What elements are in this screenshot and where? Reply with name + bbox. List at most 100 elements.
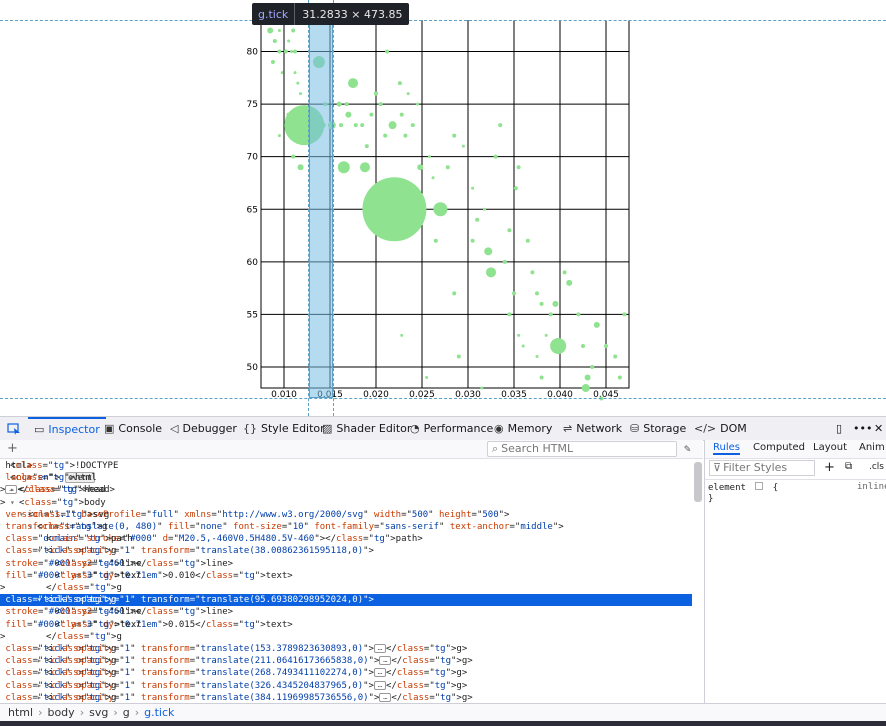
add-rule-button[interactable]: + bbox=[824, 460, 835, 475]
markup-node[interactable]: ▸ <class="tg">g class="tick" opacity="1" … bbox=[0, 655, 692, 667]
filter-styles-input[interactable]: ⊽ Filter Styles bbox=[709, 460, 815, 476]
tab-memory[interactable]: ◉ Memory bbox=[494, 417, 552, 440]
tooltip-dimensions: 31.2833 × 473.85 bbox=[302, 7, 403, 21]
data-point bbox=[622, 312, 627, 317]
data-point bbox=[604, 343, 608, 348]
data-point bbox=[456, 354, 461, 359]
data-point bbox=[613, 354, 618, 359]
data-point bbox=[516, 165, 521, 170]
rule-toggle-icon[interactable] bbox=[755, 482, 764, 490]
ellipsis-icon[interactable]: … bbox=[373, 644, 386, 653]
data-point bbox=[399, 112, 404, 117]
expand-arrow-icon[interactable]: ▾ bbox=[37, 594, 42, 606]
tab-rules[interactable]: Rules bbox=[713, 442, 740, 455]
markup-node[interactable]: ▾ <class="tg">g class="tick" opacity="1" … bbox=[0, 545, 692, 557]
tab-performance[interactable]: ◔ Performance bbox=[410, 417, 493, 440]
markup-node[interactable]: ▸ <class="tg">g class="tick" opacity="1" … bbox=[0, 643, 692, 655]
more-options-button[interactable]: ••• bbox=[853, 417, 872, 440]
data-point bbox=[378, 102, 383, 107]
expand-arrow-icon[interactable]: ▾ bbox=[19, 509, 24, 521]
expand-arrow-icon[interactable]: ▾ bbox=[10, 497, 15, 509]
data-point bbox=[445, 165, 450, 170]
ellipsis-icon[interactable]: … bbox=[379, 656, 392, 666]
markup-node[interactable]: </class="tg">g > bbox=[0, 631, 692, 643]
data-point bbox=[417, 164, 424, 171]
tab-inspector[interactable]: ▭ Inspector bbox=[28, 417, 106, 440]
expand-arrow-icon[interactable]: ▾ bbox=[37, 545, 42, 557]
data-point bbox=[353, 123, 358, 128]
inline-source-label[interactable]: inline bbox=[857, 482, 886, 492]
data-point bbox=[280, 71, 284, 75]
breadcrumb-item[interactable]: g.tick bbox=[144, 706, 174, 719]
ellipsis-icon[interactable]: … bbox=[379, 692, 392, 702]
markup-scrollbar[interactable] bbox=[694, 462, 702, 502]
data-point bbox=[289, 50, 293, 54]
data-point bbox=[530, 270, 535, 275]
markup-node[interactable]: <class="tg">!DOCTYPE html> bbox=[0, 460, 692, 472]
pick-element-button[interactable] bbox=[4, 417, 24, 440]
search-placeholder: Search HTML bbox=[501, 442, 574, 455]
close-devtools-button[interactable]: ✕ bbox=[874, 417, 883, 440]
highlight-guide-bottom bbox=[0, 398, 886, 399]
markup-node[interactable]: ▾ <class="tg">g transform="translate(0, 4… bbox=[0, 521, 692, 533]
cls-button[interactable]: .cls bbox=[869, 462, 884, 472]
markup-node[interactable]: ▸ <class="tg">g class="tick" opacity="1" … bbox=[0, 667, 692, 679]
markup-node[interactable]: </class="tg">g > bbox=[0, 582, 692, 594]
data-point bbox=[410, 123, 415, 128]
tab-animations[interactable]: Anim bbox=[859, 442, 885, 453]
collapse-arrow-icon[interactable]: ▸ bbox=[37, 692, 42, 704]
markup-node[interactable]: <class="tg">text fill="#000" y="3" dy="0… bbox=[0, 570, 692, 582]
devtools-toolbar: ▭ Inspector ▣ Console ◁ Debugger {} Styl… bbox=[0, 416, 886, 441]
data-point bbox=[517, 333, 521, 337]
markup-node[interactable]: ▸ <class="tg">g class="tick" opacity="1" … bbox=[0, 692, 692, 704]
tab-label: DOM bbox=[720, 422, 747, 435]
markup-node-selected[interactable]: ▾ <class="tg">g class="tick" opacity="1" … bbox=[0, 594, 692, 607]
markup-node[interactable]: <class="tg">line stroke="#000" y2="-460"… bbox=[0, 606, 692, 618]
ellipsis-icon[interactable]: … bbox=[373, 668, 386, 678]
tab-network[interactable]: ⇌ Network bbox=[563, 417, 622, 440]
collapse-arrow-icon[interactable]: ▸ bbox=[37, 680, 42, 692]
markup-node[interactable]: <class="tg">path class="domain" stroke="… bbox=[0, 533, 692, 545]
tab-layout[interactable]: Layout bbox=[813, 442, 847, 453]
data-point bbox=[291, 28, 296, 33]
y-tick-label: 70 bbox=[247, 153, 259, 163]
tab-computed[interactable]: Computed bbox=[753, 442, 805, 453]
collapse-arrow-icon[interactable]: ▸ bbox=[37, 667, 42, 679]
data-point bbox=[525, 238, 530, 243]
data-point bbox=[297, 164, 304, 171]
tab-style-editor[interactable]: {} Style Editor bbox=[243, 417, 325, 440]
ellipsis-icon[interactable]: … bbox=[373, 680, 386, 690]
data-point bbox=[283, 49, 288, 54]
markup-node[interactable]: <class="tg">html lang="en"> event bbox=[0, 472, 692, 484]
breadcrumb-item[interactable]: html bbox=[8, 706, 33, 719]
markup-node[interactable]: ▸ <class="tg">g class="tick" opacity="1" … bbox=[0, 680, 692, 692]
markup-node[interactable]: ▾ <class="tg">body > bbox=[0, 497, 692, 509]
data-point bbox=[385, 49, 390, 54]
tab-console[interactable]: ▣ Console bbox=[104, 417, 162, 440]
tab-storage[interactable]: ⛁ Storage bbox=[630, 417, 686, 440]
markup-node[interactable]: ▾ <class="tg">svg version="1.1" baseProfi… bbox=[0, 509, 692, 521]
toggle-pseudo-button[interactable]: ⧉ bbox=[845, 461, 852, 472]
eyedropper-icon[interactable]: ✎ bbox=[684, 442, 691, 455]
dock-side-button[interactable]: ▯ bbox=[836, 417, 842, 440]
markup-node[interactable]: <class="tg">line stroke="#000" y2="-460"… bbox=[0, 558, 692, 570]
tab-shader-editor[interactable]: ▨ Shader Editor bbox=[322, 417, 411, 440]
breadcrumb-item[interactable]: g bbox=[123, 706, 130, 719]
expand-arrow-icon[interactable]: ▾ bbox=[28, 521, 33, 533]
markup-node[interactable]: ▸ <class="tg">head >… </class="tg">head> bbox=[0, 484, 692, 496]
search-html-input[interactable]: ⌕ Search HTML bbox=[487, 441, 677, 457]
data-point bbox=[498, 123, 503, 128]
data-point bbox=[512, 291, 516, 296]
data-point bbox=[420, 218, 424, 222]
tab-debugger[interactable]: ◁ Debugger bbox=[170, 417, 237, 440]
breadcrumb-item[interactable]: svg bbox=[89, 706, 108, 719]
add-node-button[interactable]: + bbox=[7, 441, 18, 456]
markup-node[interactable]: <class="tg">text fill="#000" y="3" dy="0… bbox=[0, 619, 692, 631]
collapse-arrow-icon[interactable]: ▸ bbox=[37, 643, 42, 655]
collapse-arrow-icon[interactable]: ▸ bbox=[10, 484, 15, 496]
breadcrumb-item[interactable]: body bbox=[47, 706, 74, 719]
tab-dom[interactable]: </> DOM bbox=[694, 417, 747, 440]
collapse-arrow-icon[interactable]: ▸ bbox=[37, 655, 42, 667]
storage-icon: ⛁ bbox=[630, 422, 640, 435]
page-viewport: 0.0100.0150.0200.0250.0300.0350.0400.045… bbox=[0, 0, 886, 416]
